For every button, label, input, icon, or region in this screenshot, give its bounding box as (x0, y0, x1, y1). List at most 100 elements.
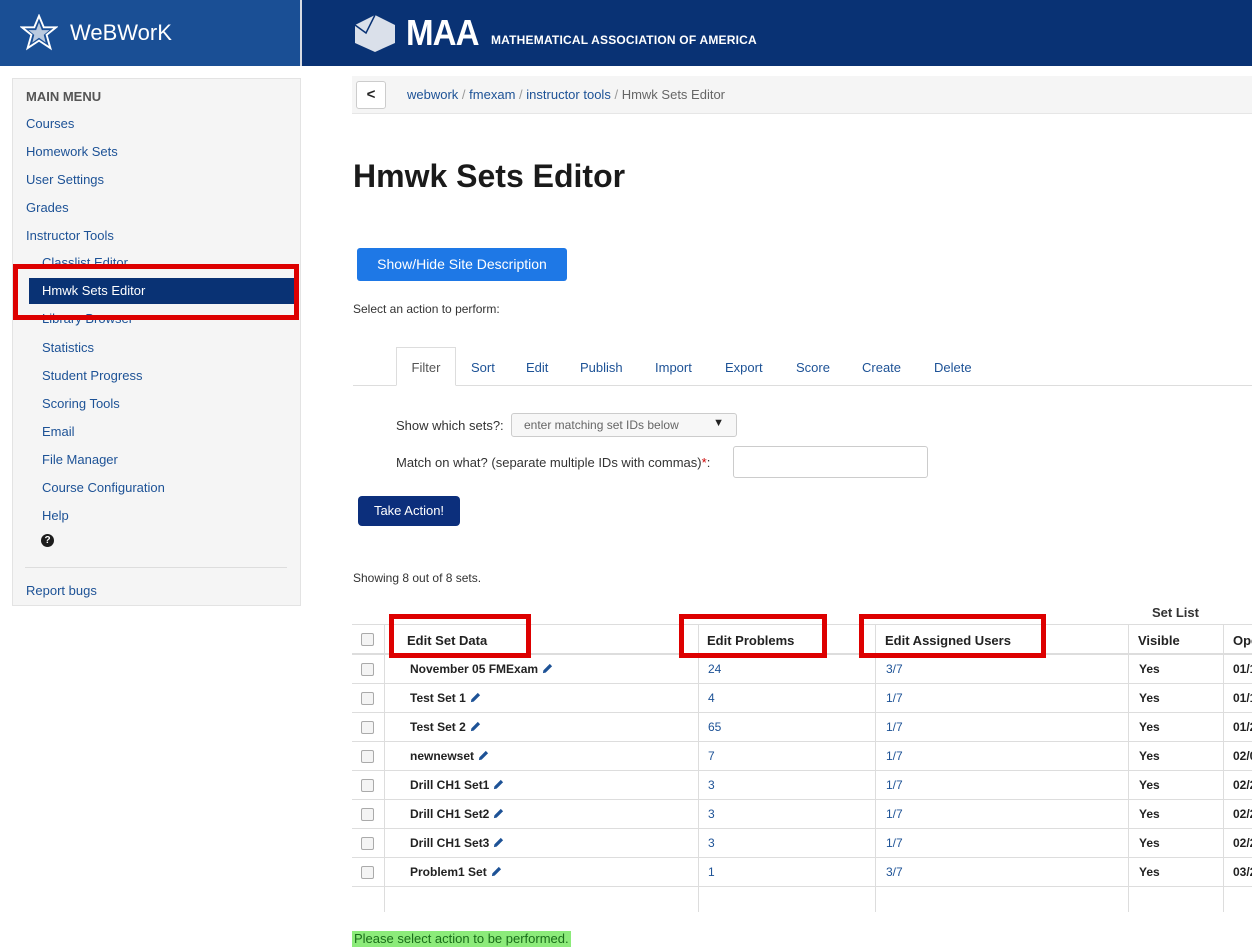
problems-count-link[interactable]: 3 (708, 807, 715, 821)
problems-count-link[interactable]: 65 (708, 720, 721, 734)
set-name-link[interactable]: Test Set 2 (410, 720, 481, 734)
breadcrumb-fmexam[interactable]: fmexam (469, 87, 515, 102)
webwork-brand[interactable]: WeBWorK (0, 0, 302, 66)
assigned-users-link[interactable]: 1/7 (886, 749, 903, 763)
pencil-icon[interactable] (491, 866, 502, 877)
table-row: Drill CH1 Set2 3 1/7 Yes 02/2 (352, 800, 1252, 829)
visible-value[interactable]: Yes (1139, 807, 1160, 821)
show-which-sets-label: Show which sets?: (396, 418, 504, 433)
pencil-icon[interactable] (470, 721, 481, 732)
menu-email[interactable]: Email (42, 424, 75, 439)
row-checkbox[interactable] (361, 663, 374, 676)
breadcrumb-trail: webwork / fmexam / instructor tools / Hm… (407, 87, 725, 102)
menu-instructor-tools[interactable]: Instructor Tools (26, 228, 114, 243)
tab-delete[interactable]: Delete (934, 360, 972, 375)
menu-hmwk-sets-editor[interactable]: Hmwk Sets Editor (29, 278, 296, 304)
tab-export[interactable]: Export (725, 360, 763, 375)
visible-value[interactable]: Yes (1139, 865, 1160, 879)
assigned-users-link[interactable]: 3/7 (886, 662, 903, 676)
take-action-button[interactable]: Take Action! (358, 496, 460, 526)
visible-value[interactable]: Yes (1139, 778, 1160, 792)
table-row: November 05 FMExam 24 3/7 Yes 01/1 (352, 655, 1252, 684)
menu-classlist-editor[interactable]: Classlist Editor (42, 255, 128, 270)
open-date-value: 02/2 (1233, 836, 1252, 850)
menu-help[interactable]: Help (42, 508, 69, 523)
menu-courses[interactable]: Courses (26, 116, 74, 131)
menu-student-progress[interactable]: Student Progress (42, 368, 142, 383)
question-circle-icon[interactable]: ? (41, 534, 54, 547)
visible-value[interactable]: Yes (1139, 720, 1160, 734)
header-open-date[interactable]: Ope (1233, 633, 1252, 648)
set-name-link[interactable]: Problem1 Set (410, 865, 502, 879)
page-title: Hmwk Sets Editor (353, 158, 626, 194)
menu-user-settings[interactable]: User Settings (26, 172, 104, 187)
header-edit-assigned-users[interactable]: Edit Assigned Users (885, 633, 1011, 648)
back-button[interactable]: < (356, 81, 386, 109)
row-checkbox[interactable] (361, 750, 374, 763)
visible-value[interactable]: Yes (1139, 836, 1160, 850)
set-name-link[interactable]: Test Set 1 (410, 691, 481, 705)
select-all-checkbox[interactable] (361, 633, 374, 646)
show-which-sets-select[interactable]: enter matching set IDs below ▼ (511, 413, 737, 437)
tab-create[interactable]: Create (862, 360, 901, 375)
pencil-icon[interactable] (542, 663, 553, 674)
menu-grades[interactable]: Grades (26, 200, 69, 215)
maa-logo[interactable]: MAA MATHEMATICAL ASSOCIATION OF AMERICA (352, 10, 757, 56)
assigned-users-link[interactable]: 1/7 (886, 720, 903, 734)
header-visible[interactable]: Visible (1138, 633, 1180, 648)
tab-filter[interactable]: Filter (396, 347, 456, 386)
menu-scoring-tools[interactable]: Scoring Tools (42, 396, 120, 411)
row-checkbox[interactable] (361, 808, 374, 821)
assigned-users-link[interactable]: 1/7 (886, 691, 903, 705)
tab-publish[interactable]: Publish (580, 360, 623, 375)
set-name-link[interactable]: Drill CH1 Set3 (410, 836, 504, 850)
set-name-link[interactable]: Drill CH1 Set2 (410, 807, 504, 821)
row-checkbox[interactable] (361, 779, 374, 792)
header-edit-problems[interactable]: Edit Problems (707, 633, 794, 648)
assigned-users-link[interactable]: 1/7 (886, 807, 903, 821)
row-checkbox[interactable] (361, 692, 374, 705)
pencil-icon[interactable] (493, 779, 504, 790)
menu-homework-sets[interactable]: Homework Sets (26, 144, 118, 159)
assigned-users-link[interactable]: 1/7 (886, 778, 903, 792)
problems-count-link[interactable]: 4 (708, 691, 715, 705)
show-hide-description-button[interactable]: Show/Hide Site Description (357, 248, 567, 281)
set-name-link[interactable]: Drill CH1 Set1 (410, 778, 504, 792)
visible-value[interactable]: Yes (1139, 749, 1160, 763)
set-name-link[interactable]: November 05 FMExam (410, 662, 553, 676)
assigned-users-link[interactable]: 1/7 (886, 836, 903, 850)
visible-value[interactable]: Yes (1139, 662, 1160, 676)
header-edit-set-data[interactable]: Edit Set Data (407, 633, 487, 648)
assigned-users-link[interactable]: 3/7 (886, 865, 903, 879)
problems-count-link[interactable]: 7 (708, 749, 715, 763)
set-name-link[interactable]: newnewset (410, 749, 489, 763)
row-checkbox[interactable] (361, 721, 374, 734)
menu-report-bugs[interactable]: Report bugs (26, 583, 97, 598)
match-ids-input[interactable] (733, 446, 928, 478)
menu-file-manager[interactable]: File Manager (42, 452, 118, 467)
tab-import[interactable]: Import (655, 360, 692, 375)
row-checkbox[interactable] (361, 837, 374, 850)
problems-count-link[interactable]: 24 (708, 662, 721, 676)
pencil-icon[interactable] (493, 837, 504, 848)
visible-value[interactable]: Yes (1139, 691, 1160, 705)
menu-library-browser[interactable]: Library Browser (42, 311, 133, 326)
row-checkbox[interactable] (361, 866, 374, 879)
problems-count-link[interactable]: 3 (708, 836, 715, 850)
match-on-what-label: Match on what? (separate multiple IDs wi… (396, 455, 711, 470)
menu-statistics[interactable]: Statistics (42, 340, 94, 355)
set-list-caption: Set List (1152, 605, 1199, 620)
tab-edit[interactable]: Edit (526, 360, 548, 375)
pencil-icon[interactable] (478, 750, 489, 761)
pencil-icon[interactable] (493, 808, 504, 819)
tab-sort[interactable]: Sort (471, 360, 495, 375)
problems-count-link[interactable]: 3 (708, 778, 715, 792)
problems-count-link[interactable]: 1 (708, 865, 715, 879)
column-divider (875, 624, 876, 912)
breadcrumb-webwork[interactable]: webwork (407, 87, 458, 102)
menu-course-configuration[interactable]: Course Configuration (42, 480, 165, 495)
pencil-icon[interactable] (470, 692, 481, 703)
breadcrumb-instructor-tools[interactable]: instructor tools (526, 87, 611, 102)
tab-score[interactable]: Score (796, 360, 830, 375)
showing-count: Showing 8 out of 8 sets. (353, 571, 482, 585)
